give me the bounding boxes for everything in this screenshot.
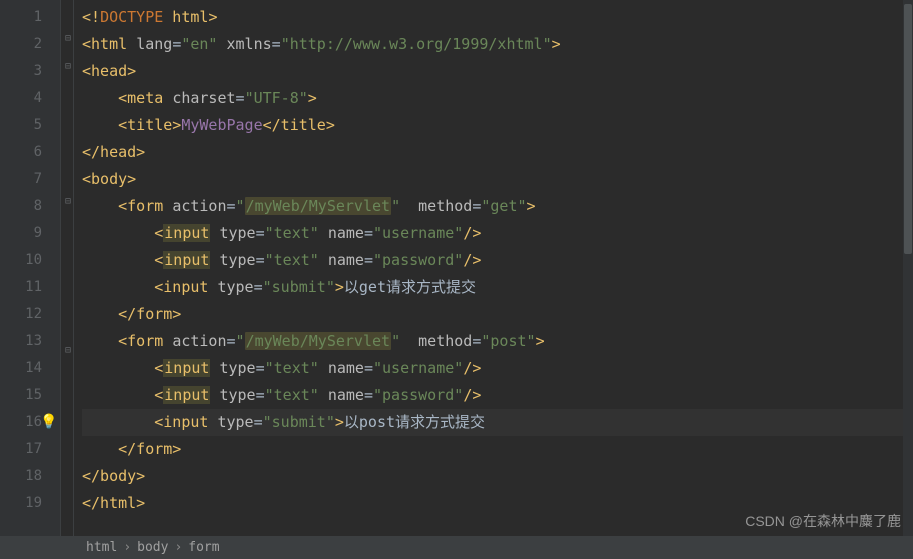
code-line: <meta charset="UTF-8">	[82, 85, 913, 112]
line-number: 4	[0, 85, 42, 112]
fold-toggle-icon[interactable]: ⊟	[63, 34, 73, 44]
line-number: 5	[0, 112, 42, 139]
line-number: 17	[0, 436, 42, 463]
breadcrumbs-bar: html › body › form	[0, 536, 913, 559]
line-number: 8	[0, 193, 42, 220]
code-line-current: <input type="submit">以post请求方式提交	[82, 409, 913, 436]
line-number: 18	[0, 463, 42, 490]
intention-bulb-icon[interactable]: 💡	[40, 409, 57, 436]
line-number-gutter: 1 2 3 4 5 6 7 8 9 10 11 12 13 14 15 💡 16…	[0, 0, 60, 536]
highlighted-tag: input	[163, 251, 210, 269]
code-line: <!DOCTYPE html>	[82, 4, 913, 31]
code-line: </head>	[82, 139, 913, 166]
code-line: <html lang="en" xmlns="http://www.w3.org…	[82, 31, 913, 58]
code-line: <form action="/myWeb/MyServlet" method="…	[82, 328, 913, 355]
breadcrumb-item[interactable]: body	[137, 536, 168, 559]
code-line: <input type="text" name="username"/>	[82, 220, 913, 247]
line-number: 12	[0, 301, 42, 328]
line-number: 13	[0, 328, 42, 355]
code-line: </form>	[82, 301, 913, 328]
breadcrumb-item[interactable]: html	[86, 536, 117, 559]
code-line: <body>	[82, 166, 913, 193]
line-number: 2	[0, 31, 42, 58]
code-line: <input type="submit">以get请求方式提交	[82, 274, 913, 301]
breadcrumb-item[interactable]: form	[188, 536, 219, 559]
vertical-scrollbar[interactable]	[903, 0, 913, 536]
code-line: </form>	[82, 436, 913, 463]
fold-toggle-icon[interactable]: ⊟	[63, 62, 73, 72]
code-line: <title>MyWebPage</title>	[82, 112, 913, 139]
code-line: <form action="/myWeb/MyServlet" method="…	[82, 193, 913, 220]
code-line: </body>	[82, 463, 913, 490]
watermark-text: CSDN @在森林中麋了鹿	[745, 511, 901, 531]
line-number: 15	[0, 382, 42, 409]
line-number: 11	[0, 274, 42, 301]
highlighted-tag: input	[163, 386, 210, 404]
code-line: <head>	[82, 58, 913, 85]
highlighted-path: /myWeb/MyServlet	[245, 197, 392, 215]
highlighted-tag: input	[163, 224, 210, 242]
line-number: 14	[0, 355, 42, 382]
code-line: <input type="text" name="password"/>	[82, 247, 913, 274]
code-editor: 1 2 3 4 5 6 7 8 9 10 11 12 13 14 15 💡 16…	[0, 0, 913, 536]
highlighted-path: /myWeb/MyServlet	[245, 332, 392, 350]
breadcrumb-separator-icon: ›	[123, 536, 131, 559]
line-number: 7	[0, 166, 42, 193]
code-line: <input type="text" name="username"/>	[82, 355, 913, 382]
line-number: 9	[0, 220, 42, 247]
line-number: 💡 16	[0, 409, 42, 436]
line-number: 3	[0, 58, 42, 85]
code-area[interactable]: <!DOCTYPE html> <html lang="en" xmlns="h…	[74, 0, 913, 536]
breadcrumb-separator-icon: ›	[174, 536, 182, 559]
scrollbar-thumb[interactable]	[904, 4, 912, 254]
line-number: 1	[0, 4, 42, 31]
fold-toggle-icon[interactable]: ⊟	[63, 197, 73, 207]
line-number: 10	[0, 247, 42, 274]
fold-toggle-icon[interactable]: ⊟	[63, 346, 73, 356]
fold-column: ⊟ ⊟ ⊟ ⊟	[60, 0, 74, 536]
line-number: 6	[0, 139, 42, 166]
code-line: <input type="text" name="password"/>	[82, 382, 913, 409]
highlighted-tag: input	[163, 359, 210, 377]
line-number: 19	[0, 490, 42, 517]
